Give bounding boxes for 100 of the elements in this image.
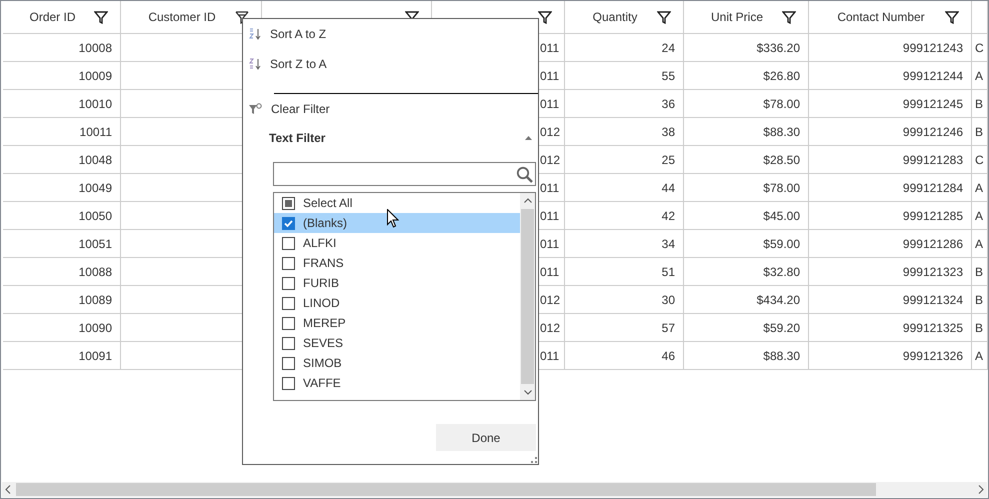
item-label: MEREP: [303, 316, 346, 330]
header-label: Customer ID: [147, 10, 217, 24]
section-title: Text Filter: [269, 131, 326, 145]
table-cell: 36: [565, 90, 684, 118]
filter-icon[interactable]: [945, 10, 959, 24]
table-cell: 999121326: [809, 342, 972, 370]
scroll-right-icon[interactable]: [978, 485, 984, 494]
scroll-up-icon[interactable]: [524, 198, 532, 203]
table-cell: A: [972, 202, 988, 230]
checkbox[interactable]: [282, 216, 295, 230]
column-header[interactable]: Contact Number: [809, 1, 972, 34]
table-cell: 10090: [3, 314, 121, 342]
checkbox[interactable]: [282, 196, 295, 210]
item-label: FURIB: [303, 276, 339, 290]
table-cell: 10048: [3, 146, 121, 174]
item-label: ALFKI: [303, 236, 336, 250]
checkbox[interactable]: [282, 316, 295, 330]
table-cell: $88.30: [684, 118, 809, 146]
checkbox[interactable]: [282, 376, 295, 390]
scrollbar-thumb[interactable]: [16, 483, 876, 496]
item-label: SIMOB: [303, 356, 342, 370]
table-cell: 999121246: [809, 118, 972, 146]
header-label: Quantity: [592, 10, 638, 24]
scroll-down-icon[interactable]: [524, 390, 532, 395]
filter-icon[interactable]: [782, 10, 796, 24]
table-cell: 10049: [3, 174, 121, 202]
table-cell: 999121323: [809, 258, 972, 286]
item-label: FRANS: [303, 256, 344, 270]
filter-icon[interactable]: [538, 10, 552, 24]
table-cell: C: [972, 146, 988, 174]
table-cell: 24: [565, 34, 684, 62]
clear-filter-icon: [249, 103, 262, 115]
list-item[interactable]: VAFFE: [274, 373, 520, 393]
scrollbar-thumb[interactable]: [521, 209, 534, 384]
table-cell: 30: [565, 286, 684, 314]
table-cell: 999121244: [809, 62, 972, 90]
table-cell: A: [972, 174, 988, 202]
vertical-scrollbar[interactable]: [520, 193, 535, 400]
table-cell: $78.00: [684, 174, 809, 202]
table-cell: $59.20: [684, 314, 809, 342]
table-cell: 999121283: [809, 146, 972, 174]
checkbox[interactable]: [282, 336, 295, 350]
item-label: Select All: [303, 196, 352, 210]
item-label: LINOD: [303, 296, 340, 310]
table-cell: 51: [565, 258, 684, 286]
table-cell: 25: [565, 146, 684, 174]
table-cell: B: [972, 314, 988, 342]
filter-icon[interactable]: [657, 10, 671, 24]
collapse-caret-icon[interactable]: [525, 136, 532, 140]
menu-item-label: Clear Filter: [271, 102, 330, 116]
table-cell: 10050: [3, 202, 121, 230]
checkbox[interactable]: [282, 276, 295, 290]
done-button[interactable]: Done: [436, 424, 536, 451]
table-cell: A: [972, 342, 988, 370]
menu-item-label: Sort Z to A: [270, 57, 327, 71]
table-cell: B: [972, 258, 988, 286]
horizontal-scrollbar[interactable]: [2, 482, 987, 497]
table-cell: 999121245: [809, 90, 972, 118]
sort-ascending-icon: [249, 28, 261, 40]
filter-icon[interactable]: [94, 10, 108, 24]
table-cell: 10011: [3, 118, 121, 146]
table-cell: B: [972, 90, 988, 118]
header-label: Contact Number: [836, 10, 926, 24]
item-label: (Blanks): [303, 216, 348, 230]
table-cell: C: [972, 34, 988, 62]
header-label: Unit Price: [710, 10, 764, 24]
table-cell: $26.80: [684, 62, 809, 90]
column-header[interactable]: Unit Price: [684, 1, 809, 34]
table-cell: $45.00: [684, 202, 809, 230]
table-cell: 10010: [3, 90, 121, 118]
search-icon: [516, 166, 533, 182]
menu-item-label: Sort A to Z: [270, 27, 326, 41]
table-cell: 46: [565, 342, 684, 370]
table-cell: 38: [565, 118, 684, 146]
checkbox[interactable]: [282, 296, 295, 310]
list-item[interactable]: (Blanks): [274, 213, 520, 233]
table-cell: 42: [565, 202, 684, 230]
resize-grip-icon[interactable]: [531, 457, 537, 463]
table-cell: B: [972, 286, 988, 314]
scroll-left-icon[interactable]: [5, 485, 11, 494]
checkbox[interactable]: [282, 236, 295, 250]
column-header[interactable]: Quantity: [565, 1, 684, 34]
table-cell: A: [972, 230, 988, 258]
table-cell: $88.30: [684, 342, 809, 370]
table-cell: $336.20: [684, 34, 809, 62]
table-cell: 999121243: [809, 34, 972, 62]
search-field[interactable]: [273, 162, 536, 186]
table-cell: 57: [565, 314, 684, 342]
checkbox[interactable]: [282, 256, 295, 270]
table-cell: 10091: [3, 342, 121, 370]
table-cell: $28.50: [684, 146, 809, 174]
table-cell: 999121285: [809, 202, 972, 230]
checkbox[interactable]: [282, 356, 295, 370]
item-label: VAFFE: [303, 376, 341, 390]
column-header[interactable]: Order ID: [3, 1, 121, 34]
table-cell: 10051: [3, 230, 121, 258]
table-cell: $32.80: [684, 258, 809, 286]
table-cell: A: [972, 62, 988, 90]
filtered-filter-icon[interactable]: [235, 10, 249, 24]
table-cell: 999121284: [809, 174, 972, 202]
